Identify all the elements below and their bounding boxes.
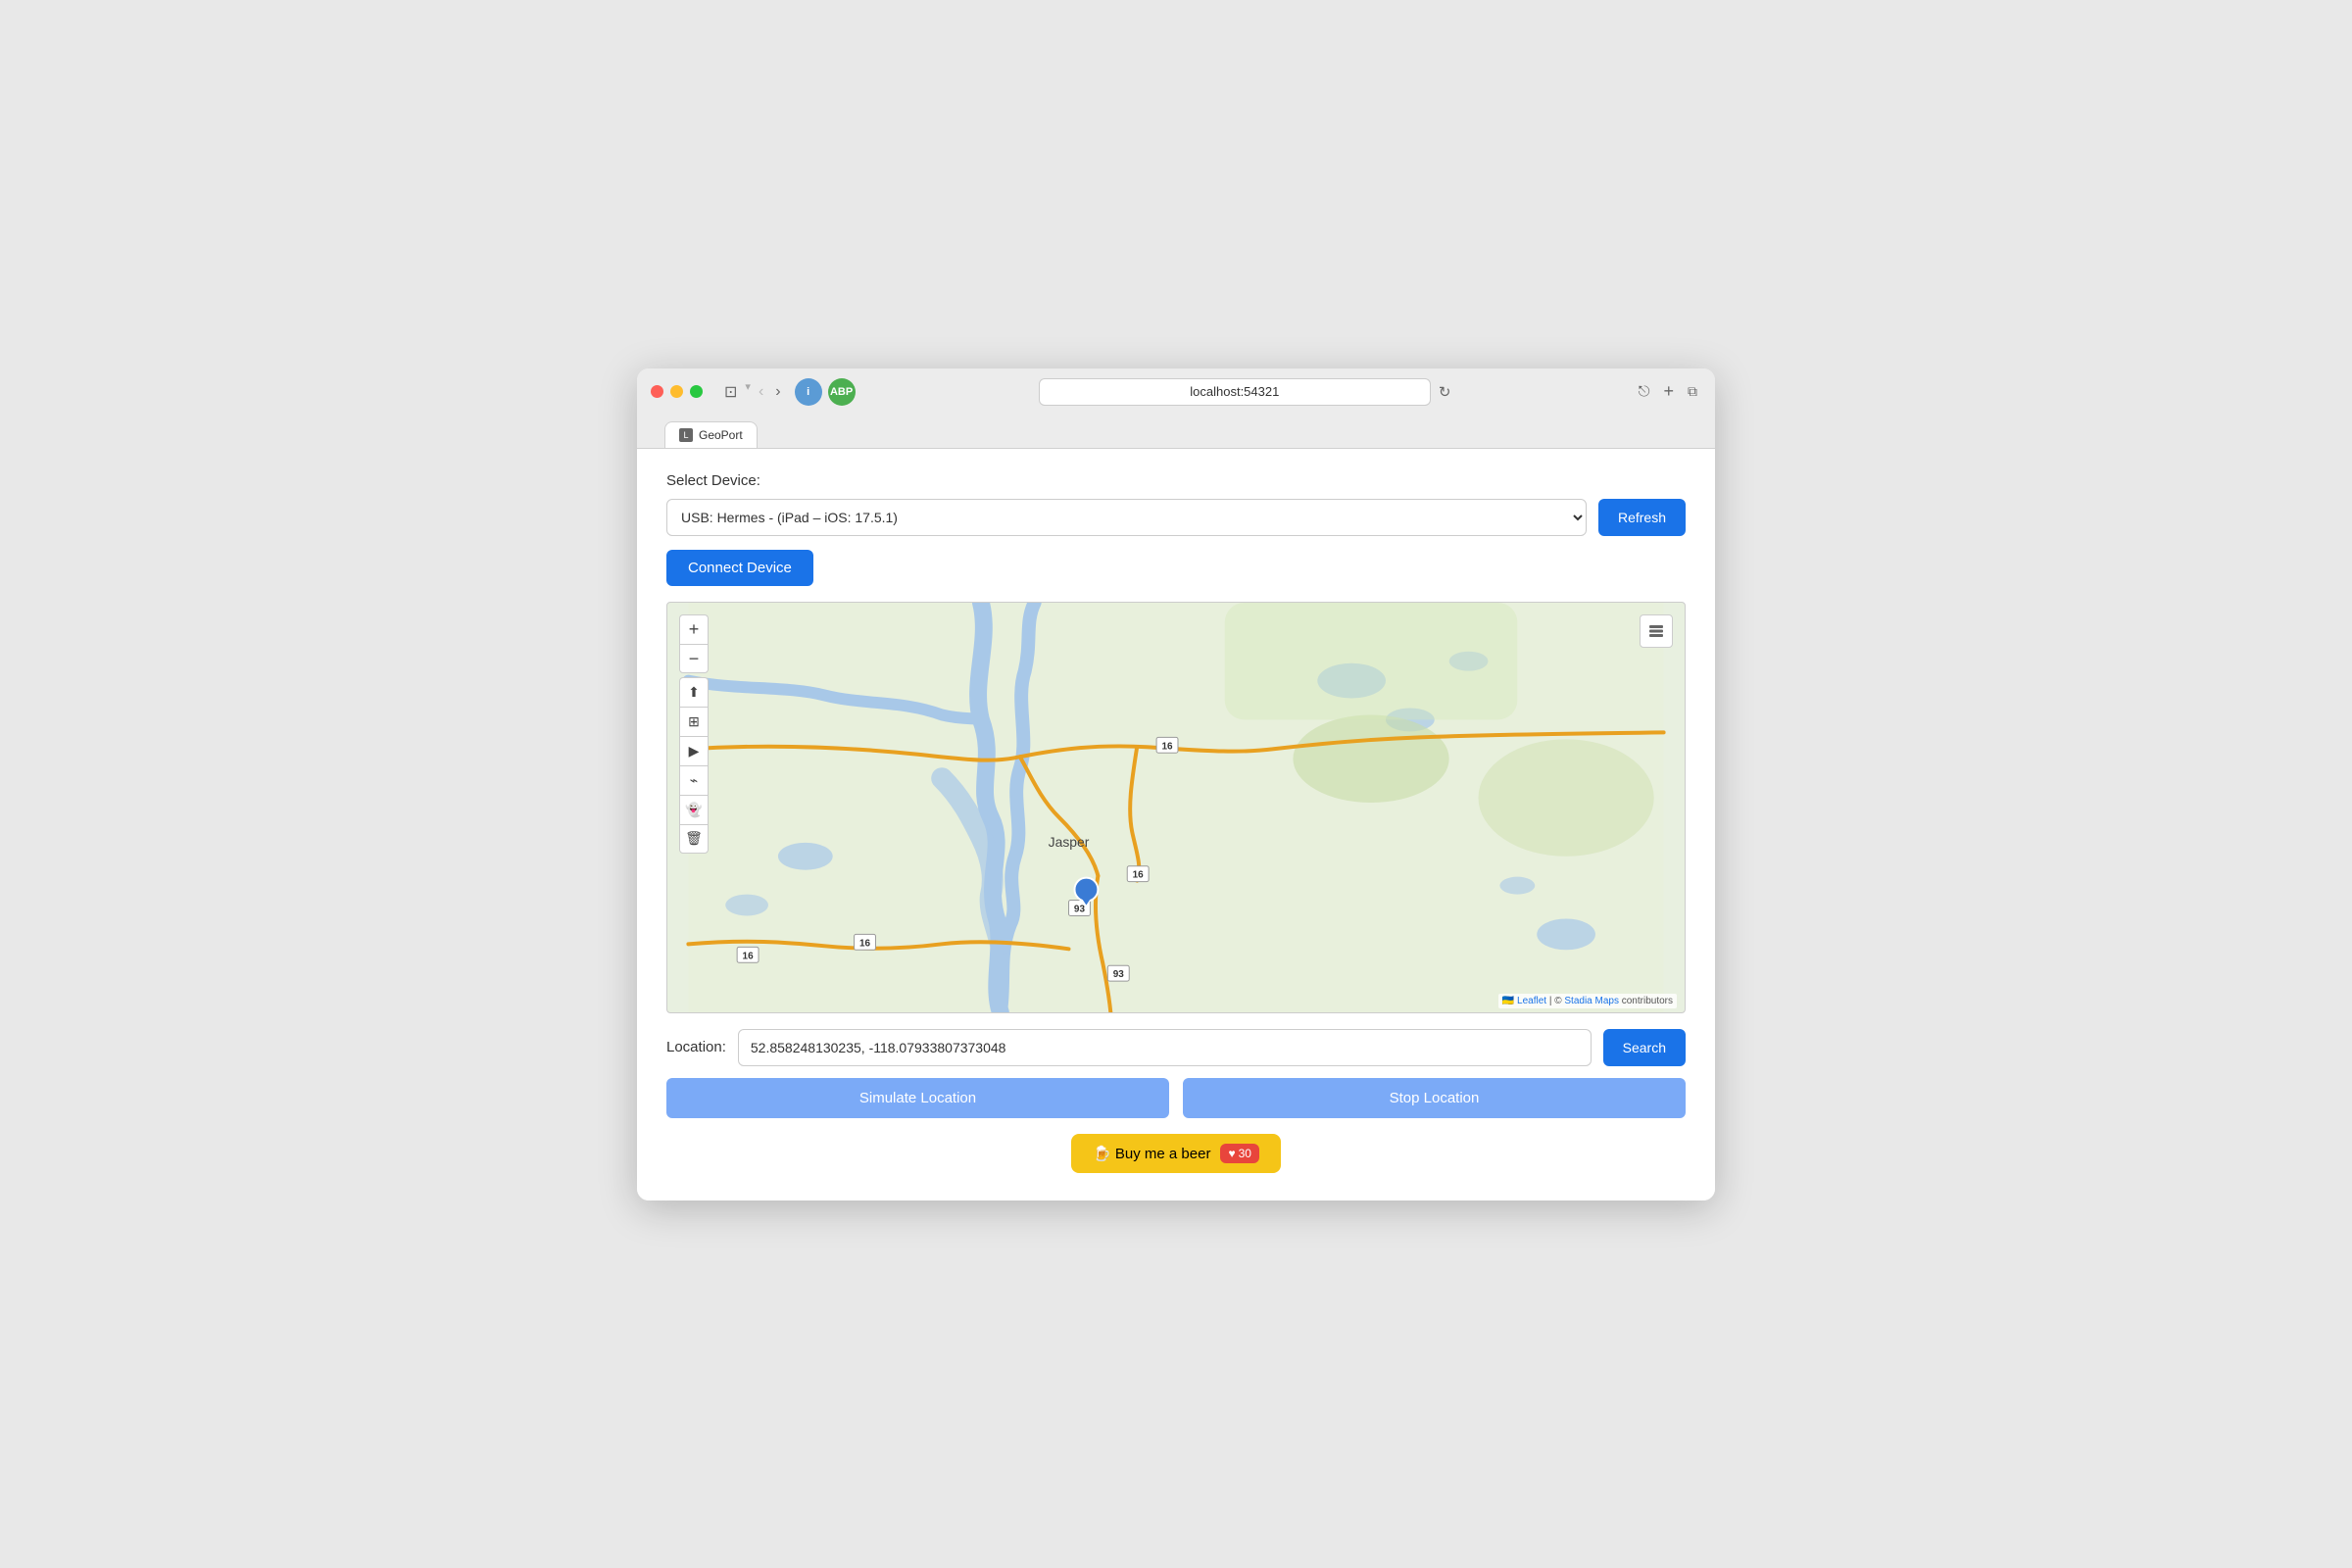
- nav-buttons: ⊡ ▾ ‹ ›: [720, 380, 785, 404]
- layers-icon: [1646, 621, 1666, 641]
- connect-device-button[interactable]: Connect Device: [666, 550, 813, 586]
- map-zoom-controls: + −: [679, 614, 709, 673]
- new-tab-button[interactable]: +: [1659, 379, 1678, 404]
- select-device-label: Select Device:: [666, 472, 1686, 489]
- svg-text:16: 16: [743, 951, 755, 961]
- tab-bar: L GeoPort: [651, 421, 1701, 448]
- address-bar[interactable]: localhost:54321: [1039, 378, 1431, 406]
- leaflet-link[interactable]: Leaflet: [1517, 996, 1546, 1006]
- map-svg: 16 16 93 93 16: [667, 603, 1685, 1012]
- browser-window: ⊡ ▾ ‹ › i ABP localhost:54321 ↻ ⎋ + ⧉: [637, 368, 1715, 1200]
- zoom-out-button[interactable]: −: [679, 644, 709, 673]
- location-row: Location: Search: [666, 1029, 1686, 1066]
- page-refresh-button[interactable]: ↻: [1439, 383, 1451, 401]
- forward-button[interactable]: ›: [771, 380, 784, 404]
- tab-favicon: L: [679, 428, 693, 442]
- trash-tool-button[interactable]: 🗑: [679, 824, 709, 854]
- map-tool-controls: ⬆ ⊞ ▶ ⌁ 👻 🗑: [679, 677, 709, 854]
- tabs-overview-button[interactable]: ⧉: [1684, 381, 1701, 402]
- svg-text:93: 93: [1113, 969, 1125, 980]
- ghost-tool-button[interactable]: 👻: [679, 795, 709, 824]
- action-buttons: Simulate Location Stop Location: [666, 1078, 1686, 1118]
- layers-button[interactable]: [1640, 614, 1673, 648]
- svg-text:93: 93: [1074, 904, 1086, 914]
- map-attribution: 🇺🇦 Leaflet | © Stadia Maps contributors: [1498, 994, 1677, 1008]
- svg-text:16: 16: [859, 938, 871, 949]
- save-tool-button[interactable]: ⊞: [679, 707, 709, 736]
- minimize-button[interactable]: [670, 385, 683, 398]
- maximize-button[interactable]: [690, 385, 703, 398]
- stadia-link[interactable]: Stadia Maps: [1564, 996, 1619, 1006]
- upload-tool-button[interactable]: ⬆: [679, 677, 709, 707]
- extension-icon-2[interactable]: ABP: [828, 378, 856, 406]
- location-input[interactable]: [738, 1029, 1592, 1066]
- play-tool-button[interactable]: ▶: [679, 736, 709, 765]
- back-button[interactable]: ‹: [755, 380, 767, 404]
- main-content: Select Device: USB: Hermes - (iPad – iOS…: [637, 449, 1715, 1200]
- donate-heart: ♥ 30: [1220, 1144, 1258, 1163]
- svg-text:Jasper: Jasper: [1049, 833, 1090, 849]
- url-text: localhost:54321: [1190, 384, 1279, 399]
- share-tool-button[interactable]: ⌁: [679, 765, 709, 795]
- device-select[interactable]: USB: Hermes - (iPad – iOS: 17.5.1): [666, 499, 1587, 536]
- address-bar-row: localhost:54321 ↻: [865, 378, 1625, 406]
- donate-label: 🍺 Buy me a beer: [1093, 1145, 1210, 1162]
- titlebar-right: ⎋ + ⧉: [1635, 379, 1701, 404]
- donate-row: 🍺 Buy me a beer ♥ 30: [666, 1134, 1686, 1173]
- stop-location-button[interactable]: Stop Location: [1183, 1078, 1686, 1118]
- refresh-button[interactable]: Refresh: [1598, 499, 1686, 536]
- tab-title: GeoPort: [699, 428, 743, 442]
- map-container: 16 16 93 93 16: [666, 602, 1686, 1013]
- location-label: Location:: [666, 1039, 726, 1055]
- close-button[interactable]: [651, 385, 663, 398]
- simulate-location-button[interactable]: Simulate Location: [666, 1078, 1169, 1118]
- traffic-lights: [651, 385, 703, 398]
- titlebar-top: ⊡ ▾ ‹ › i ABP localhost:54321 ↻ ⎋ + ⧉: [651, 378, 1701, 414]
- svg-text:16: 16: [1162, 741, 1174, 752]
- active-tab[interactable]: L GeoPort: [664, 421, 758, 448]
- titlebar: ⊡ ▾ ‹ › i ABP localhost:54321 ↻ ⎋ + ⧉: [637, 368, 1715, 449]
- extension-icon-1[interactable]: i: [795, 378, 822, 406]
- zoom-in-button[interactable]: +: [679, 614, 709, 644]
- search-button[interactable]: Search: [1603, 1029, 1686, 1066]
- svg-text:16: 16: [1133, 869, 1145, 880]
- browser-icons: i ABP: [795, 378, 856, 406]
- sidebar-toggle-button[interactable]: ⊡: [720, 380, 741, 404]
- donate-button[interactable]: 🍺 Buy me a beer ♥ 30: [1071, 1134, 1281, 1173]
- share-button[interactable]: ⎋: [1635, 381, 1654, 402]
- device-row: USB: Hermes - (iPad – iOS: 17.5.1) Refre…: [666, 499, 1686, 536]
